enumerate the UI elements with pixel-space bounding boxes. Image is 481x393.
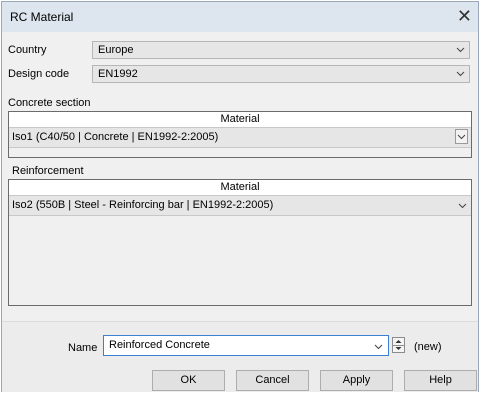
name-spinner [392,337,405,353]
design-code-value: EN1992 [98,68,138,80]
cancel-button[interactable]: Cancel [236,370,309,391]
reinforcement-material-value: Iso2 (550B | Steel - Reinforcing bar | E… [12,199,274,211]
close-icon[interactable]: ✕ [457,5,472,27]
title-bar: RC Material ✕ [2,2,478,32]
help-button[interactable]: Help [404,370,477,391]
concrete-section-label: Concrete section [8,97,91,109]
country-label: Country [8,44,47,56]
design-code-label: Design code [8,68,70,80]
chevron-down-icon[interactable] [374,342,383,351]
reinforcement-label: Reinforcement [12,165,84,177]
design-code-dropdown[interactable]: EN1992 [92,65,470,83]
column-header-material: Material [9,180,471,196]
name-value: Reinforced Concrete [109,339,210,351]
spin-down-icon[interactable] [393,345,404,352]
rc-material-dialog: RC Material ✕ Country Europe Design code… [1,1,479,392]
concrete-material-row[interactable]: Iso1 (C40/50 | Concrete | EN1992-2:2005) [9,128,471,148]
chevron-down-icon [456,45,465,54]
reinforcement-material-row[interactable]: Iso2 (550B | Steel - Reinforcing bar | E… [9,196,471,216]
chevron-down-icon[interactable] [455,129,468,144]
concrete-material-value: Iso1 (C40/50 | Concrete | EN1992-2:2005) [12,131,219,143]
name-label: Name [68,342,98,354]
column-header-material: Material [9,112,471,128]
chevron-down-icon[interactable] [458,201,467,210]
concrete-section-grid: Material Iso1 (C40/50 | Concrete | EN199… [8,111,472,158]
country-dropdown[interactable]: Europe [92,41,470,59]
ok-button[interactable]: OK [152,370,225,391]
apply-button[interactable]: Apply [320,370,393,391]
chevron-down-icon [456,69,465,78]
reinforcement-grid: Material Iso2 (550B | Steel - Reinforcin… [8,179,472,306]
country-value: Europe [98,44,134,56]
dialog-title: RC Material [10,10,74,24]
name-combobox[interactable]: Reinforced Concrete [103,335,389,356]
new-status-label: (new) [414,341,442,353]
